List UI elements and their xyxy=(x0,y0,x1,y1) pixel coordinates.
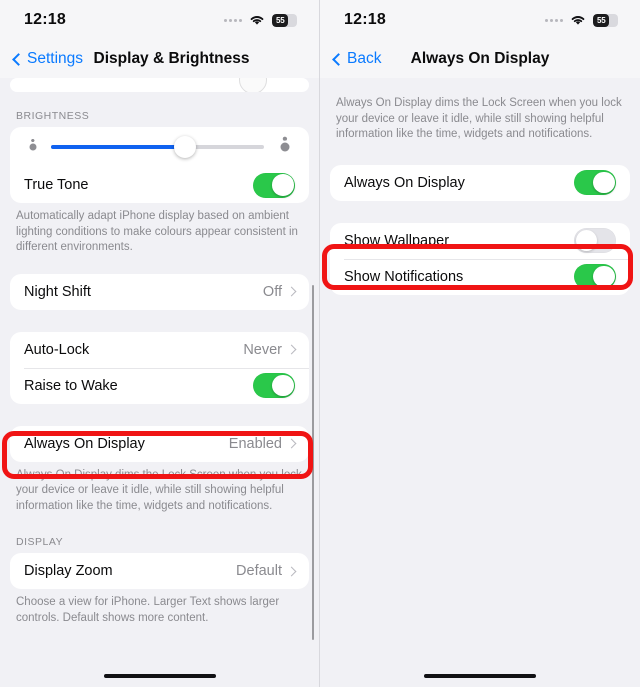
back-button[interactable]: Back xyxy=(332,50,382,68)
sun-small-icon xyxy=(24,138,41,156)
always-on-display-card: Always On Display Enabled xyxy=(10,425,309,462)
section-header-brightness: BRIGHTNESS xyxy=(16,110,90,122)
battery-icon: 55 xyxy=(593,13,618,27)
always-on-display-toggle-card: Always On Display xyxy=(330,164,630,201)
raise-to-wake-label: Raise to Wake xyxy=(24,377,118,394)
battery-percent-label: 55 xyxy=(276,15,285,25)
row-night-shift[interactable]: Night Shift Off xyxy=(10,274,309,310)
chevron-right-icon xyxy=(286,286,297,297)
raise-to-wake-toggle[interactable] xyxy=(253,373,295,399)
back-button-label: Settings xyxy=(27,50,84,67)
right-phone-screen: 12:18 55 Back Always On Display Always O… xyxy=(320,0,640,687)
true-tone-label: True Tone xyxy=(24,177,89,193)
night-shift-value: Off xyxy=(262,283,282,300)
row-true-tone[interactable]: True Tone xyxy=(10,167,309,203)
status-time: 12:18 xyxy=(24,11,66,28)
night-shift-card: Night Shift Off xyxy=(10,273,309,310)
home-indicator-left xyxy=(103,673,216,678)
display-zoom-card: Display Zoom Default xyxy=(10,553,309,590)
row-always-on-display-toggle[interactable]: Always On Display xyxy=(330,165,630,201)
settings-list-left: BRIGHTNESS True Tone Automatically adapt… xyxy=(0,92,319,626)
signal-dots-icon xyxy=(224,18,242,22)
row-display-zoom[interactable]: Display Zoom Default xyxy=(10,553,309,589)
section-header-display: DISPLAY xyxy=(16,536,64,549)
auto-lock-label: Auto-Lock xyxy=(24,341,90,358)
nav-bar-right: Back Always On Display xyxy=(320,40,640,78)
row-raise-to-wake[interactable]: Raise to Wake xyxy=(10,367,309,404)
battery-percent-label-right: 55 xyxy=(597,15,606,25)
chevron-left-icon xyxy=(332,52,345,66)
appearance-thumbnail xyxy=(239,78,267,92)
brightness-slider-track[interactable] xyxy=(51,136,264,158)
brightness-card: True Tone xyxy=(10,127,309,203)
always-on-display-label: Always On Display xyxy=(24,435,145,452)
partial-appearance-card xyxy=(10,78,309,92)
back-button-label-right: Back xyxy=(347,50,382,67)
brightness-slider-row[interactable] xyxy=(10,127,309,167)
display-zoom-footnote: Choose a view for iPhone. Larger Text sh… xyxy=(16,596,280,624)
sun-large-icon xyxy=(274,136,295,158)
home-indicator-right xyxy=(424,673,536,678)
brightness-footnote: Automatically adapt iPhone display based… xyxy=(16,210,298,254)
row-always-on-display[interactable]: Always On Display Enabled xyxy=(10,426,309,462)
scrollbar-left[interactable] xyxy=(311,285,314,640)
status-indicators-right: 55 xyxy=(545,13,618,27)
brightness-slider-knob[interactable] xyxy=(174,136,197,158)
always-on-display-footnote: Always On Display dims the Lock Screen w… xyxy=(16,468,302,512)
back-button-settings[interactable]: Settings xyxy=(12,50,84,68)
status-bar-left: 12:18 55 xyxy=(0,0,319,40)
row-show-wallpaper[interactable]: Show Wallpaper xyxy=(330,223,630,259)
show-wallpaper-toggle[interactable] xyxy=(574,228,616,254)
show-notifications-label: Show Notifications xyxy=(344,268,464,285)
status-bar-right: 12:18 55 xyxy=(320,0,640,40)
row-show-notifications[interactable]: Show Notifications xyxy=(330,258,630,295)
display-zoom-value: Default xyxy=(236,563,282,580)
chevron-right-icon xyxy=(286,344,297,355)
always-on-display-toggle-label: Always On Display xyxy=(344,174,465,191)
display-zoom-label: Display Zoom xyxy=(24,563,113,580)
show-notifications-toggle[interactable] xyxy=(574,264,616,290)
always-on-display-toggle[interactable] xyxy=(574,170,616,196)
settings-list-right: Always On Display dims the Lock Screen w… xyxy=(320,78,640,295)
chevron-left-icon xyxy=(12,52,25,66)
status-indicators: 55 xyxy=(224,13,297,27)
always-on-display-value: Enabled xyxy=(228,435,282,452)
auto-lock-value: Never xyxy=(243,341,282,358)
left-phone-screen: 12:18 55 Settings Display & Brightness B… xyxy=(0,0,320,687)
chevron-right-icon xyxy=(286,566,297,577)
autolock-card: Auto-Lock Never Raise to Wake xyxy=(10,331,309,404)
signal-dots-icon xyxy=(545,18,563,22)
nav-bar-left: Settings Display & Brightness xyxy=(0,40,319,78)
dual-screenshot-container: 12:18 55 Settings Display & Brightness B… xyxy=(0,0,640,687)
wallpaper-notifications-card: Show Wallpaper Show Notifications xyxy=(330,222,630,295)
always-on-display-description: Always On Display dims the Lock Screen w… xyxy=(336,97,622,141)
wifi-icon xyxy=(250,16,264,25)
row-auto-lock[interactable]: Auto-Lock Never xyxy=(10,332,309,368)
battery-icon: 55 xyxy=(272,13,297,27)
chevron-right-icon xyxy=(286,438,297,449)
show-wallpaper-label: Show Wallpaper xyxy=(344,232,450,249)
night-shift-label: Night Shift xyxy=(24,283,91,300)
status-time-right: 12:18 xyxy=(344,11,386,28)
true-tone-toggle[interactable] xyxy=(253,172,295,198)
wifi-icon xyxy=(571,16,585,25)
